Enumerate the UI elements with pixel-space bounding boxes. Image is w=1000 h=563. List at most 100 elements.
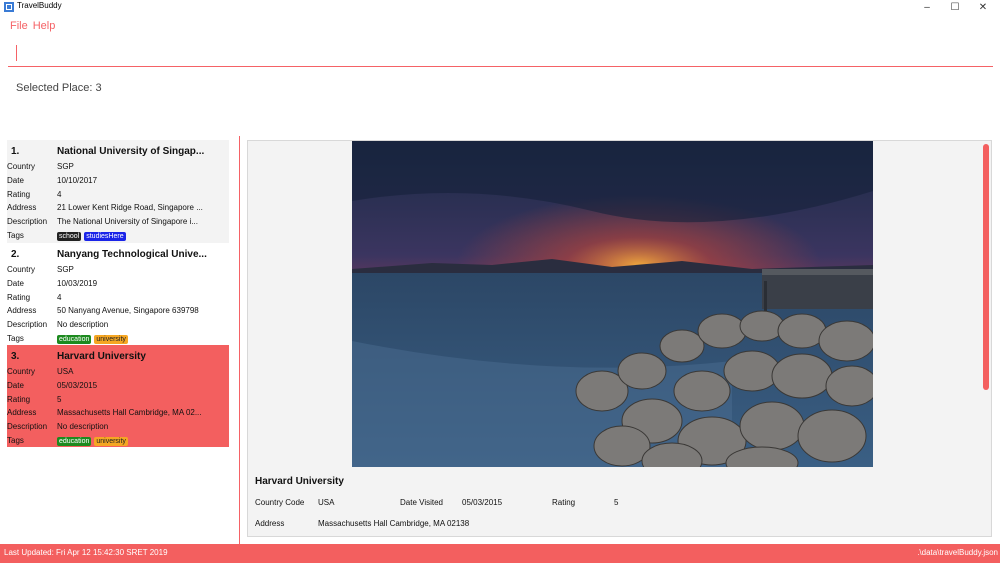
date-row: Date 10/10/2017 — [7, 174, 229, 187]
place-card-header: 1. National University of Singap... — [11, 142, 225, 160]
status-bar: Last Updated: Fri Apr 12 15:42:30 SRET 2… — [0, 544, 1000, 563]
country-label: Country — [7, 265, 36, 274]
tag-badge: studiesHere — [84, 231, 126, 241]
date-label: Date — [7, 381, 24, 390]
address-value: 50 Nanyang Avenue, Singapore 639798 — [57, 306, 199, 315]
place-detail-panel: Harvard University Country Code USA Date V… — [247, 140, 992, 537]
date-row: Date 05/03/2015 — [7, 379, 229, 392]
rating-label: Rating — [7, 293, 31, 302]
minimize-button[interactable]: – — [912, 0, 942, 14]
rating-label: Rating — [7, 190, 31, 199]
rating-row: Rating 5 — [7, 393, 229, 406]
address-row: Address 50 Nanyang Avenue, Singapore 639… — [7, 304, 229, 317]
tags-label: Tags — [7, 436, 24, 445]
tags-row: Tags education university — [7, 332, 229, 345]
rating-value: 5 — [57, 395, 62, 404]
tags-list: school studiesHere — [57, 231, 227, 241]
title-bar: TravelBuddy – ☐ ✕ — [0, 0, 1000, 14]
date-visited-label: Date Visited — [400, 498, 443, 507]
place-index: 2. — [11, 248, 20, 260]
tags-list: education university — [57, 436, 227, 446]
country-code-label: Country Code — [255, 498, 305, 507]
place-card[interactable]: 2. Nanyang Technological Unive... Countr… — [7, 243, 229, 345]
window-title: TravelBuddy — [17, 1, 62, 10]
date-row: Date 10/03/2019 — [7, 277, 229, 290]
description-row: Description No description — [7, 318, 229, 331]
country-row: Country USA — [7, 365, 229, 378]
rating-label: Rating — [552, 498, 576, 507]
tag-badge: university — [94, 334, 128, 344]
app-icon — [4, 2, 14, 12]
address-label: Address — [7, 203, 37, 212]
command-box[interactable] — [8, 40, 993, 67]
description-label: Description — [7, 320, 48, 329]
tag-badge: school — [57, 231, 82, 241]
last-updated-status: Last Updated: Fri Apr 12 15:42:30 SRET 2… — [4, 548, 168, 557]
rating-value: 4 — [57, 190, 62, 199]
detail-row-summary: Country Code USA Date Visited 05/03/2015 Rat… — [255, 498, 618, 507]
address-row: Address 21 Lower Kent Ridge Road, Singap… — [7, 201, 229, 214]
place-card-header: 3. Harvard University — [11, 347, 225, 365]
description-row: Description The National University of S… — [7, 215, 229, 228]
tag-badge: education — [57, 436, 92, 446]
menu-bar: File Help — [0, 17, 60, 35]
country-value: SGP — [57, 162, 74, 171]
address-row: Address Massachusetts Hall Cambridge, MA… — [7, 406, 229, 419]
place-photo — [352, 141, 873, 467]
place-card[interactable]: 1. National University of Singap... Coun… — [7, 140, 229, 243]
country-row: Country SGP — [7, 160, 229, 173]
description-label: Description — [7, 422, 48, 431]
tags-label: Tags — [7, 334, 24, 343]
rating-label: Rating — [7, 395, 31, 404]
country-code-value: USA — [318, 498, 335, 507]
place-list-panel: 1. National University of Singap... Coun… — [0, 136, 240, 544]
place-name: Nanyang Technological Unive... — [57, 248, 207, 260]
maximize-button[interactable]: ☐ — [940, 0, 970, 14]
tags-row: Tags school studiesHere — [7, 229, 229, 242]
menu-help[interactable]: Help — [33, 17, 61, 35]
place-name: Harvard University — [57, 350, 146, 362]
date-value: 05/03/2015 — [57, 381, 98, 390]
detail-scrollbar[interactable] — [983, 144, 989, 390]
place-card-selected[interactable]: 3. Harvard University Country USA Date 0… — [7, 345, 229, 447]
tags-label: Tags — [7, 231, 24, 240]
rating-value: 4 — [57, 293, 62, 302]
rating-value: 5 — [614, 498, 619, 507]
country-value: SGP — [57, 265, 74, 274]
rating-row: Rating 4 — [7, 188, 229, 201]
place-index: 3. — [11, 350, 20, 362]
address-label: Address — [7, 408, 37, 417]
date-label: Date — [7, 279, 24, 288]
description-value: No description — [57, 320, 109, 329]
description-label: Description — [7, 217, 48, 226]
country-row: Country SGP — [7, 263, 229, 276]
country-label: Country — [7, 367, 36, 376]
description-row: Description No description — [7, 420, 229, 433]
tag-badge: education — [57, 334, 92, 344]
result-display: Selected Place: 3 — [16, 82, 102, 94]
rating-row: Rating 4 — [7, 291, 229, 304]
tags-row: Tags education university — [7, 434, 229, 447]
tags-list: education university — [57, 334, 227, 344]
date-value: 10/03/2019 — [57, 279, 98, 288]
date-value: 10/10/2017 — [57, 176, 98, 185]
country-label: Country — [7, 162, 36, 171]
detail-row-address: Address Massachusetts Hall Cambridge, MA … — [255, 519, 469, 528]
address-value: Massachusetts Hall Cambridge, MA 02... — [57, 408, 202, 417]
close-button[interactable]: ✕ — [968, 0, 998, 14]
address-label: Address — [7, 306, 37, 315]
date-visited-value: 05/03/2015 — [462, 498, 503, 507]
description-value: No description — [57, 422, 109, 431]
description-value: The National University of Singapore i..… — [57, 217, 198, 226]
menu-file[interactable]: File — [0, 17, 33, 35]
date-label: Date — [7, 176, 24, 185]
address-value: 21 Lower Kent Ridge Road, Singapore ... — [57, 203, 203, 212]
address-label: Address — [255, 519, 285, 528]
text-caret — [16, 45, 17, 61]
tag-badge: university — [94, 436, 128, 446]
save-location-status: .\data\travelBuddy.json — [917, 548, 998, 557]
place-name: National University of Singap... — [57, 145, 205, 157]
place-index: 1. — [11, 145, 20, 157]
address-value: Massachusetts Hall Cambridge, MA 02138 — [318, 519, 470, 528]
country-value: USA — [57, 367, 74, 376]
